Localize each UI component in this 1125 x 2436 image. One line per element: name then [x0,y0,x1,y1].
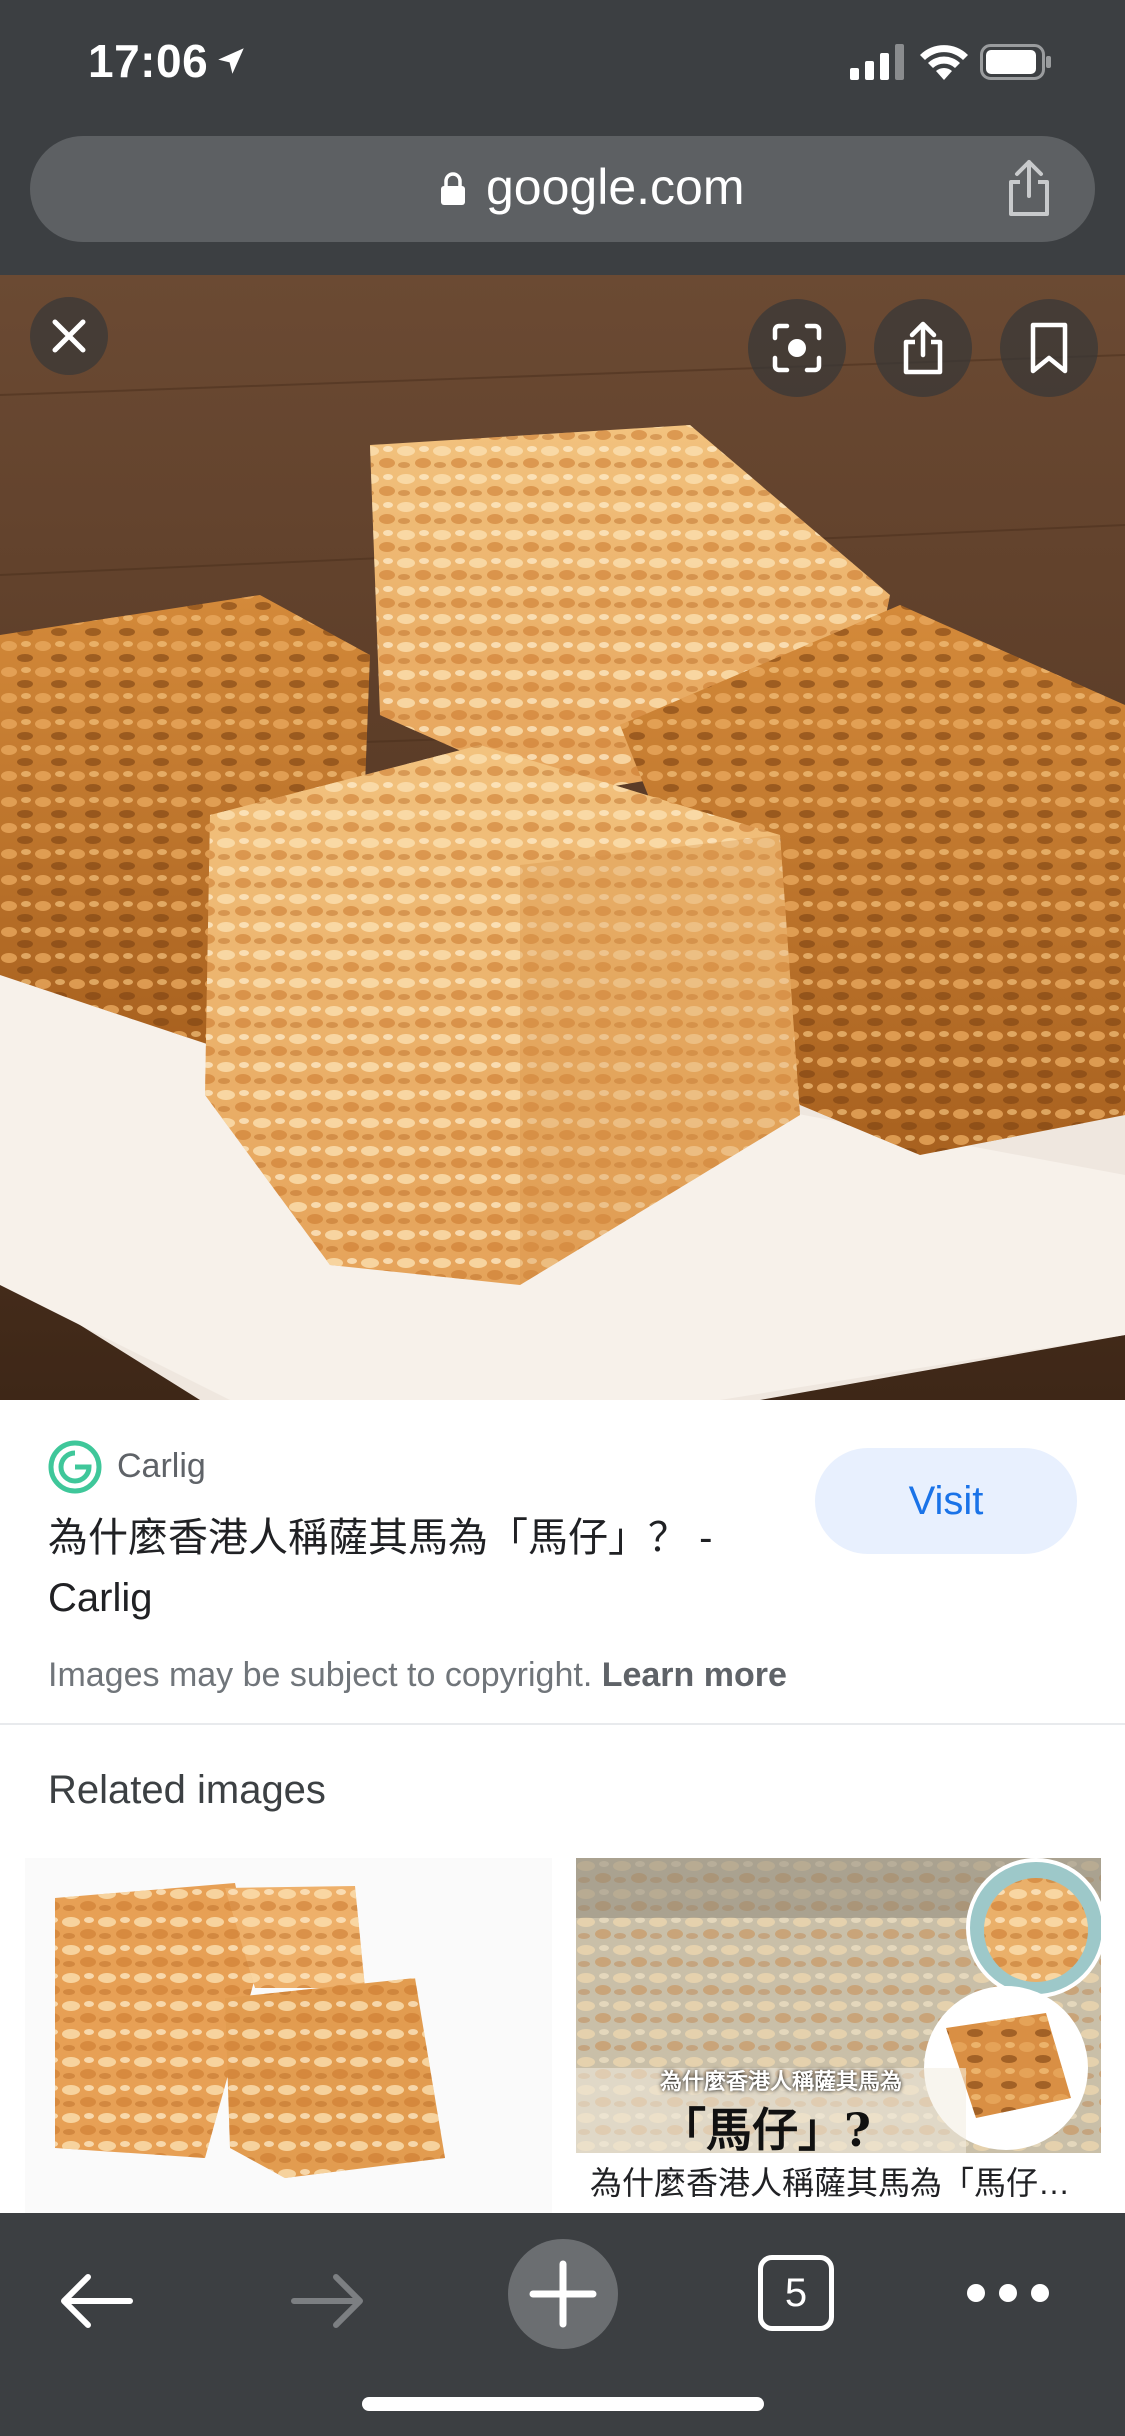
result-page-title[interactable]: 為什麼香港人稱薩其馬為「馬仔」？ - Carlig [48,1508,808,1628]
visit-button[interactable]: Visit [815,1448,1077,1554]
close-viewer-button[interactable] [30,297,108,375]
close-icon [52,319,86,353]
share-icon [903,321,943,375]
location-arrow-icon [218,48,244,74]
carlig-logo-icon [48,1440,102,1494]
source-name[interactable]: Carlig [117,1447,206,1486]
address-bar[interactable]: google.com [30,136,1095,242]
related-image-1[interactable] [25,1858,552,2213]
bookmark-icon [1030,322,1068,374]
rice-treat-thumbnail [25,1858,552,2213]
more-menu-button[interactable] [958,2263,1058,2323]
battery-icon [980,44,1051,80]
forward-arrow-icon [291,2274,363,2328]
copyright-text: Images may be subject to copyright. [48,1656,593,1694]
learn-more-link[interactable]: Learn more [602,1656,787,1694]
copyright-notice: Images may be subject to copyright. Lear… [48,1656,787,1695]
related-image-2[interactable]: 為什麼香港人稱薩其馬為 「馬仔」? 為什麼香港人稱薩其馬為「馬仔」… [576,1858,1101,2213]
related-images-heading: Related images [48,1768,326,1812]
peanut-rice-treat-photo [0,275,1125,1400]
related-image-caption[interactable]: 為什麼香港人稱薩其馬為「馬仔」… [590,2158,1090,2204]
wifi-icon [920,45,968,80]
browser-top-bar: 17:06 google.com [0,0,1125,275]
share-icon[interactable] [1003,158,1055,218]
thumbnail-overlay-line1: 為什麼香港人稱薩其馬為 [660,2069,903,2095]
forward-button[interactable] [282,2255,374,2347]
home-indicator[interactable] [362,2397,764,2411]
back-button[interactable] [50,2255,142,2347]
new-tab-button[interactable] [508,2239,618,2349]
lens-icon [772,323,822,373]
status-time: 17:06 [88,35,209,87]
url-domain: google.com [486,159,745,215]
share-image-button[interactable] [874,299,972,397]
google-lens-button[interactable] [748,299,846,397]
back-arrow-icon [61,2274,133,2328]
cellular-signal-icon [850,44,904,80]
image-preview[interactable] [0,275,1125,1400]
lock-icon [441,172,465,205]
tab-switcher-button[interactable]: 5 [758,2255,834,2331]
image-source-card: Carlig 為什麼香港人稱薩其馬為「馬仔」？ - Carlig Visit I… [0,1400,1125,1725]
save-image-button[interactable] [1000,299,1098,397]
more-icon [967,2284,1049,2302]
new-tab-plus-icon [529,2260,597,2328]
thumbnail-overlay-line2: 「馬仔」? [660,2103,871,2157]
